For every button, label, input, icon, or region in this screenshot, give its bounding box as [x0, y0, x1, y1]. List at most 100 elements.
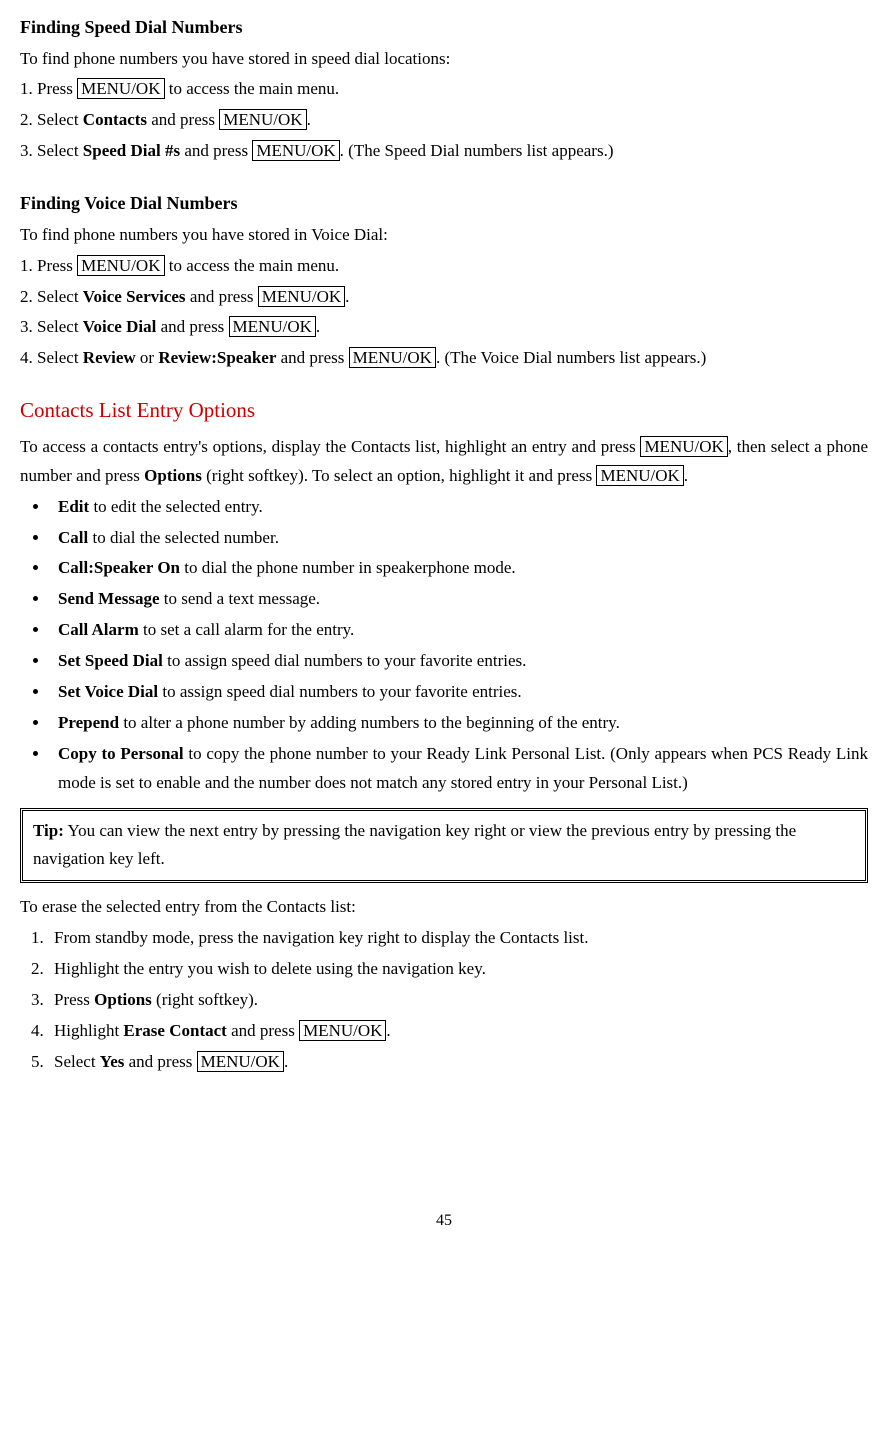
t: .	[316, 317, 320, 336]
list-item: Press Options (right softkey).	[48, 986, 868, 1015]
t: (right softkey).	[152, 990, 258, 1009]
t: .	[684, 466, 688, 485]
term: Options	[144, 466, 202, 485]
t: 3. Select	[20, 317, 83, 336]
menu-ok-key: MENU/OK	[77, 78, 164, 99]
t: and press	[147, 110, 219, 129]
step: 3. Select Voice Dial and press MENU/OK.	[20, 313, 868, 342]
t: Highlight	[54, 1021, 123, 1040]
t: (right softkey). To select an option, hi…	[202, 466, 597, 485]
t: to edit the selected entry.	[89, 497, 263, 516]
t: to send a text message.	[160, 589, 321, 608]
t: and press	[227, 1021, 299, 1040]
term: Call	[58, 528, 88, 547]
erase-steps: From standby mode, press the navigation …	[20, 924, 868, 1076]
term: Contacts	[83, 110, 147, 129]
menu-ok-key: MENU/OK	[77, 255, 164, 276]
t: 3. Select	[20, 141, 83, 160]
tip-label: Tip:	[33, 821, 64, 840]
heading-speed-dial: Finding Speed Dial Numbers	[20, 12, 868, 43]
t: to assign speed dial numbers to your fav…	[163, 651, 527, 670]
list-item: Highlight the entry you wish to delete u…	[48, 955, 868, 984]
term: Set Speed Dial	[58, 651, 163, 670]
t: to access the main menu.	[165, 256, 340, 275]
t: or	[136, 348, 159, 367]
list-item: Copy to Personal to copy the phone numbe…	[50, 740, 868, 798]
term: Send Message	[58, 589, 160, 608]
list-item: Highlight Erase Contact and press MENU/O…	[48, 1017, 868, 1046]
t: and press	[276, 348, 348, 367]
t: to access the main menu.	[165, 79, 340, 98]
step: 1. Press MENU/OK to access the main menu…	[20, 252, 868, 281]
menu-ok-key: MENU/OK	[596, 465, 683, 486]
text: To erase the selected entry from the Con…	[20, 893, 868, 922]
t: and press	[186, 287, 258, 306]
t: to alter a phone number by adding number…	[119, 713, 620, 732]
text: To access a contacts entry's options, di…	[20, 433, 868, 491]
step: 3. Select Speed Dial #s and press MENU/O…	[20, 137, 868, 166]
t: .	[284, 1052, 288, 1071]
step: 1. Press MENU/OK to access the main menu…	[20, 75, 868, 104]
t: Highlight the entry you wish to delete u…	[54, 959, 486, 978]
t: to dial the phone number in speakerphone…	[180, 558, 516, 577]
t: and press	[180, 141, 252, 160]
list-item: Set Speed Dial to assign speed dial numb…	[50, 647, 868, 676]
heading-voice-dial: Finding Voice Dial Numbers	[20, 188, 868, 219]
menu-ok-key: MENU/OK	[197, 1051, 284, 1072]
t: Press	[54, 990, 94, 1009]
term: Call:Speaker On	[58, 558, 180, 577]
t: To access a contacts entry's options, di…	[20, 437, 640, 456]
options-list: Edit to edit the selected entry. Call to…	[50, 493, 868, 798]
term: Yes	[100, 1052, 125, 1071]
heading-contacts-options: Contacts List Entry Options	[20, 393, 868, 429]
term: Speed Dial #s	[83, 141, 180, 160]
tip-text: You can view the next entry by pressing …	[33, 821, 796, 869]
text: To find phone numbers you have stored in…	[20, 221, 868, 250]
t: 1. Press	[20, 256, 77, 275]
term: Voice Services	[83, 287, 186, 306]
t: .	[345, 287, 349, 306]
t: to assign speed dial numbers to your fav…	[158, 682, 522, 701]
t: . (The Voice Dial numbers list appears.)	[436, 348, 706, 367]
menu-ok-key: MENU/OK	[299, 1020, 386, 1041]
menu-ok-key: MENU/OK	[229, 316, 316, 337]
t: 1. Press	[20, 79, 77, 98]
t: Select	[54, 1052, 100, 1071]
step: 4. Select Review or Review:Speaker and p…	[20, 344, 868, 373]
t: .	[307, 110, 311, 129]
t: 2. Select	[20, 110, 83, 129]
menu-ok-key: MENU/OK	[219, 109, 306, 130]
list-item: Send Message to send a text message.	[50, 585, 868, 614]
list-item: From standby mode, press the navigation …	[48, 924, 868, 953]
list-item: Call Alarm to set a call alarm for the e…	[50, 616, 868, 645]
t: to set a call alarm for the entry.	[139, 620, 355, 639]
t: and press	[124, 1052, 196, 1071]
term: Prepend	[58, 713, 119, 732]
term: Call Alarm	[58, 620, 139, 639]
menu-ok-key: MENU/OK	[349, 347, 436, 368]
t: and press	[156, 317, 228, 336]
list-item: Call:Speaker On to dial the phone number…	[50, 554, 868, 583]
term: Erase Contact	[123, 1021, 226, 1040]
list-item: Prepend to alter a phone number by addin…	[50, 709, 868, 738]
step: 2. Select Voice Services and press MENU/…	[20, 283, 868, 312]
term: Edit	[58, 497, 89, 516]
term: Copy to Personal	[58, 744, 184, 763]
t: .	[386, 1021, 390, 1040]
t: to dial the selected number.	[88, 528, 279, 547]
text: To find phone numbers you have stored in…	[20, 45, 868, 74]
list-item: Call to dial the selected number.	[50, 524, 868, 553]
term: Voice Dial	[83, 317, 157, 336]
t: . (The Speed Dial numbers list appears.)	[340, 141, 614, 160]
menu-ok-key: MENU/OK	[640, 436, 727, 457]
term: Review:Speaker	[158, 348, 276, 367]
list-item: Set Voice Dial to assign speed dial numb…	[50, 678, 868, 707]
menu-ok-key: MENU/OK	[258, 286, 345, 307]
menu-ok-key: MENU/OK	[252, 140, 339, 161]
list-item: Select Yes and press MENU/OK.	[48, 1048, 868, 1077]
t: 2. Select	[20, 287, 83, 306]
page-number: 45	[20, 1207, 868, 1234]
t: 4. Select	[20, 348, 83, 367]
t: From standby mode, press the navigation …	[54, 928, 589, 947]
term: Options	[94, 990, 152, 1009]
